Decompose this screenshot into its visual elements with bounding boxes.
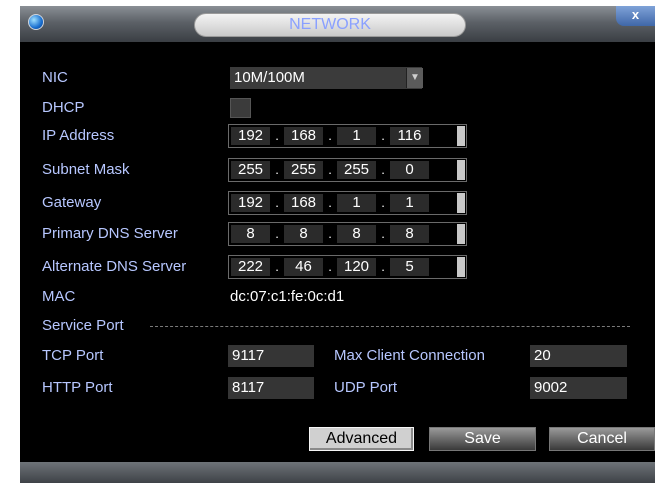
dot-separator: . [381, 226, 385, 241]
dot-separator: . [328, 195, 332, 210]
advanced-button[interactable]: Advanced [309, 427, 414, 451]
udp-port-input[interactable]: 9002 [530, 377, 627, 399]
dns2-octet-3[interactable]: 120 [337, 258, 376, 276]
title-bar: NETWORK x [20, 6, 655, 42]
bottom-bar [20, 462, 655, 483]
tcp-port-label: TCP Port [42, 347, 104, 364]
subnet-mask-label: Subnet Mask [42, 161, 130, 178]
field-end-cap [457, 257, 465, 277]
section-divider [150, 326, 630, 327]
dns2-octet-4[interactable]: 5 [390, 258, 429, 276]
field-end-cap [457, 160, 465, 180]
mac-label: MAC [42, 288, 76, 305]
dhcp-label: DHCP [42, 99, 85, 116]
alternate-dns-label: Alternate DNS Server [42, 258, 187, 275]
http-port-label: HTTP Port [42, 379, 113, 396]
primary-dns-label: Primary DNS Server [42, 225, 178, 242]
dot-separator: . [381, 259, 385, 274]
subnet-octet-4[interactable]: 0 [390, 161, 429, 179]
globe-icon [28, 14, 44, 30]
dot-separator: . [328, 259, 332, 274]
dns2-octet-1[interactable]: 222 [231, 258, 270, 276]
gateway-label: Gateway [42, 194, 102, 211]
dot-separator: . [328, 226, 332, 241]
udp-port-label: UDP Port [334, 379, 398, 396]
ip-octet-4[interactable]: 116 [390, 127, 429, 145]
primary-dns-field[interactable]: 8 . 8 . 8 . 8 [228, 222, 467, 246]
dot-separator: . [275, 195, 279, 210]
network-window: NETWORK x NIC 10M/100M ▼ DHCP IP Address… [20, 6, 655, 483]
dot-separator: . [275, 226, 279, 241]
dot-separator: . [381, 195, 385, 210]
field-end-cap [457, 126, 465, 146]
window-title: NETWORK [194, 13, 466, 37]
gateway-octet-4[interactable]: 1 [390, 194, 429, 212]
dot-separator: . [328, 162, 332, 177]
dot-separator: . [275, 162, 279, 177]
field-end-cap [457, 224, 465, 244]
ip-octet-1[interactable]: 192 [231, 127, 270, 145]
ip-octet-2[interactable]: 168 [284, 127, 323, 145]
close-button[interactable]: x [616, 6, 655, 26]
dns1-octet-2[interactable]: 8 [284, 225, 323, 243]
cancel-button[interactable]: Cancel [549, 427, 655, 451]
dhcp-checkbox[interactable] [230, 98, 251, 118]
alternate-dns-field[interactable]: 222 . 46 . 120 . 5 [228, 255, 467, 279]
gateway-octet-2[interactable]: 168 [284, 194, 323, 212]
gateway-field[interactable]: 192 . 168 . 1 . 1 [228, 191, 467, 215]
service-port-heading: Service Port [42, 317, 124, 334]
subnet-octet-2[interactable]: 255 [284, 161, 323, 179]
dns2-octet-2[interactable]: 46 [284, 258, 323, 276]
nic-label: NIC [42, 69, 68, 86]
dns1-octet-4[interactable]: 8 [390, 225, 429, 243]
http-port-input[interactable]: 8117 [228, 377, 314, 399]
gateway-octet-3[interactable]: 1 [337, 194, 376, 212]
subnet-octet-3[interactable]: 255 [337, 161, 376, 179]
tcp-port-input[interactable]: 9117 [228, 345, 314, 367]
dot-separator: . [381, 162, 385, 177]
dns1-octet-1[interactable]: 8 [231, 225, 270, 243]
mac-value: dc:07:c1:fe:0c:d1 [230, 288, 345, 305]
save-button[interactable]: Save [429, 427, 536, 451]
ip-octet-3[interactable]: 1 [337, 127, 376, 145]
subnet-mask-field[interactable]: 255 . 255 . 255 . 0 [228, 158, 467, 182]
dot-separator: . [275, 128, 279, 143]
field-end-cap [457, 193, 465, 213]
ip-address-label: IP Address [42, 127, 115, 144]
dot-separator: . [381, 128, 385, 143]
dns1-octet-3[interactable]: 8 [337, 225, 376, 243]
ip-address-field[interactable]: 192 . 168 . 1 . 116 [228, 124, 467, 148]
dot-separator: . [328, 128, 332, 143]
nic-select[interactable]: 10M/100M ▼ [230, 67, 423, 89]
dot-separator: . [275, 259, 279, 274]
gateway-octet-1[interactable]: 192 [231, 194, 270, 212]
max-client-input[interactable]: 20 [530, 345, 627, 367]
nic-value: 10M/100M [234, 69, 305, 86]
chevron-down-icon[interactable]: ▼ [406, 68, 423, 88]
subnet-octet-1[interactable]: 255 [231, 161, 270, 179]
max-client-label: Max Client Connection [334, 347, 485, 364]
